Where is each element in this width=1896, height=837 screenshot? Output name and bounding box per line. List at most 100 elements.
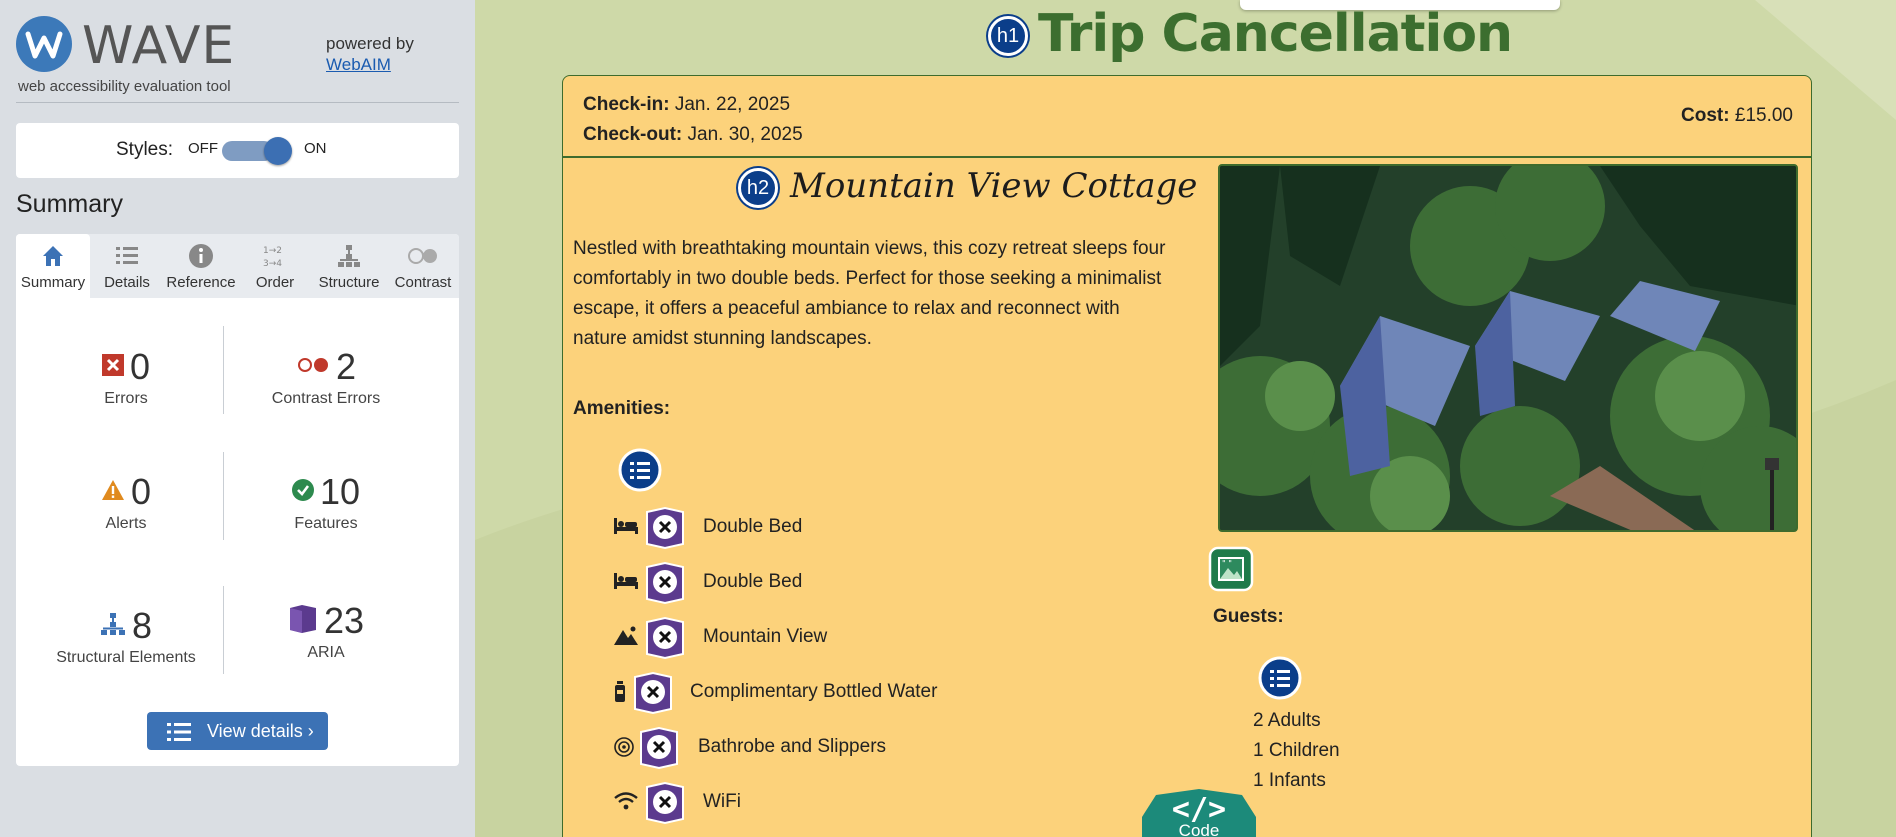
webaim-link[interactable]: WebAIM (326, 54, 414, 75)
aria-hidden-badge-icon[interactable] (643, 781, 687, 825)
summary-heading: Summary (16, 190, 123, 218)
image-alt-badge-icon[interactable]: " " (1208, 546, 1254, 592)
checkout-value: Jan. 30, 2025 (687, 124, 803, 145)
styles-on-label: ON (304, 140, 327, 157)
aria-hidden-badge-icon[interactable] (643, 506, 687, 550)
tab-order[interactable]: 1→2 3→4 Order (238, 234, 312, 298)
page-title: Trip Cancellation (1038, 4, 1513, 64)
guests-label: Guests: (1213, 606, 1284, 627)
feature-icon (291, 478, 314, 506)
wifi-icon (613, 791, 639, 817)
checkin-value: Jan. 22, 2025 (674, 94, 791, 115)
cost-label: Cost: (1681, 105, 1730, 126)
svg-text:1→2: 1→2 (263, 246, 282, 256)
checkin-label: Check-in: (583, 94, 670, 115)
checkout-row: Check-out: Jan. 30, 2025 (583, 120, 803, 150)
view-details-button[interactable]: View details › (147, 712, 328, 750)
tab-order-label: Order (255, 274, 295, 291)
list-item: Bathrobe and Slippers (613, 726, 1013, 770)
contrast-icon (386, 242, 460, 272)
bottle-icon (613, 681, 627, 709)
list-icon (167, 723, 191, 741)
structure-icon (312, 242, 386, 272)
tab-contrast[interactable]: Contrast (386, 234, 460, 298)
amenity-text: Mountain View (703, 626, 828, 647)
svg-text:" ": " " (1222, 559, 1232, 568)
styles-label: Styles: (116, 139, 174, 160)
alerts-label: Alerts (105, 515, 147, 532)
styles-off-label: OFF (188, 140, 218, 157)
list-item: Complimentary Bottled Water (613, 671, 1013, 715)
tab-details-label: Details (104, 274, 150, 291)
tab-structure[interactable]: Structure (312, 234, 386, 298)
h1-badge-icon[interactable]: h1 (988, 16, 1028, 56)
booking-card: Check-in: Jan. 22, 2025 Check-out: Jan. … (562, 75, 1812, 837)
stat-features[interactable]: 10 Features (226, 471, 426, 533)
amenities-label: Amenities: (573, 398, 671, 419)
structural-label: Structural Elements (56, 649, 196, 666)
tab-reference[interactable]: Reference (164, 234, 238, 298)
stat-aria[interactable]: 23 ARIA (226, 600, 426, 662)
bed-icon (613, 571, 639, 597)
divider (16, 102, 459, 103)
view-details-label: View details › (207, 721, 314, 741)
tab-summary[interactable]: Summary (16, 234, 90, 298)
tab-details[interactable]: Details (90, 234, 164, 298)
booking-dates: Check-in: Jan. 22, 2025 Check-out: Jan. … (563, 76, 1811, 158)
stat-errors[interactable]: 0 Errors (26, 346, 226, 408)
list-item: 1 Children (1253, 740, 1340, 761)
list-item: 1 Infants (1253, 770, 1326, 791)
styles-toggle-knob[interactable] (264, 137, 292, 165)
aria-hidden-badge-icon[interactable] (643, 616, 687, 660)
contrast-errors-label: Contrast Errors (271, 390, 381, 407)
errors-label: Errors (104, 390, 148, 407)
order-icon: 1→2 3→4 (238, 242, 312, 272)
amenity-text: WiFi (703, 791, 741, 812)
h2-badge-icon[interactable]: h2 (738, 168, 778, 208)
contrast-error-icon (296, 356, 330, 379)
mountain-icon (613, 626, 639, 652)
powered-by-text: powered by (326, 34, 414, 53)
wave-tagline: web accessibility evaluation tool (18, 78, 231, 95)
code-toggle-button[interactable]: </> Code (1142, 789, 1256, 837)
dates-block: Check-in: Jan. 22, 2025 Check-out: Jan. … (583, 90, 803, 150)
powered-by: powered by WebAIM (326, 33, 414, 75)
errors-count: 0 (129, 346, 151, 387)
tab-summary-label: Summary (20, 274, 86, 291)
cottage-photo (1218, 164, 1798, 532)
amenity-text: Bathrobe and Slippers (698, 736, 887, 757)
list-badge-icon[interactable] (1258, 656, 1302, 700)
wave-logo-text: WAVE (82, 16, 236, 76)
list-badge-icon[interactable] (618, 448, 662, 492)
alert-icon (101, 479, 125, 506)
styles-toggle-box: Styles: OFF ON (16, 123, 459, 178)
tab-bar: Summary Details Reference 1→2 3→4 Order S… (16, 234, 459, 298)
contrast-errors-count: 2 (335, 346, 357, 387)
amenity-text: Double Bed (703, 571, 803, 592)
stat-structural-elements[interactable]: 8 Structural Elements (26, 605, 226, 667)
checkout-label: Check-out: (583, 124, 683, 145)
tab-structure-label: Structure (318, 274, 380, 291)
aria-hidden-badge-icon[interactable] (631, 671, 675, 715)
tab-contrast-label: Contrast (394, 274, 452, 291)
bed-icon (613, 516, 639, 542)
list-item: WiFi (613, 781, 1013, 825)
stat-alerts[interactable]: 0 Alerts (26, 471, 226, 533)
aria-hidden-badge-icon[interactable] (637, 726, 681, 770)
list-item: Double Bed (613, 561, 1013, 605)
alerts-count: 0 (130, 471, 152, 512)
aria-icon (288, 604, 318, 639)
summary-panel: Summary Details Reference 1→2 3→4 Order S… (16, 234, 459, 766)
cottage-description: Nestled with breathtaking mountain views… (573, 238, 1166, 349)
aria-hidden-badge-icon[interactable] (643, 561, 687, 605)
amenity-text: Complimentary Bottled Water (690, 681, 938, 702)
list-item: 2 Adults (1253, 710, 1321, 731)
structural-count: 8 (131, 605, 153, 646)
wave-sidebar: WAVE web accessibility evaluation tool p… (0, 0, 475, 837)
list-item: Mountain View (613, 616, 1013, 660)
checkin-row: Check-in: Jan. 22, 2025 (583, 90, 803, 120)
tab-reference-label: Reference (166, 274, 236, 291)
aria-count: 23 (323, 600, 365, 641)
info-icon (164, 242, 238, 272)
stat-contrast-errors[interactable]: 2 Contrast Errors (226, 346, 426, 408)
